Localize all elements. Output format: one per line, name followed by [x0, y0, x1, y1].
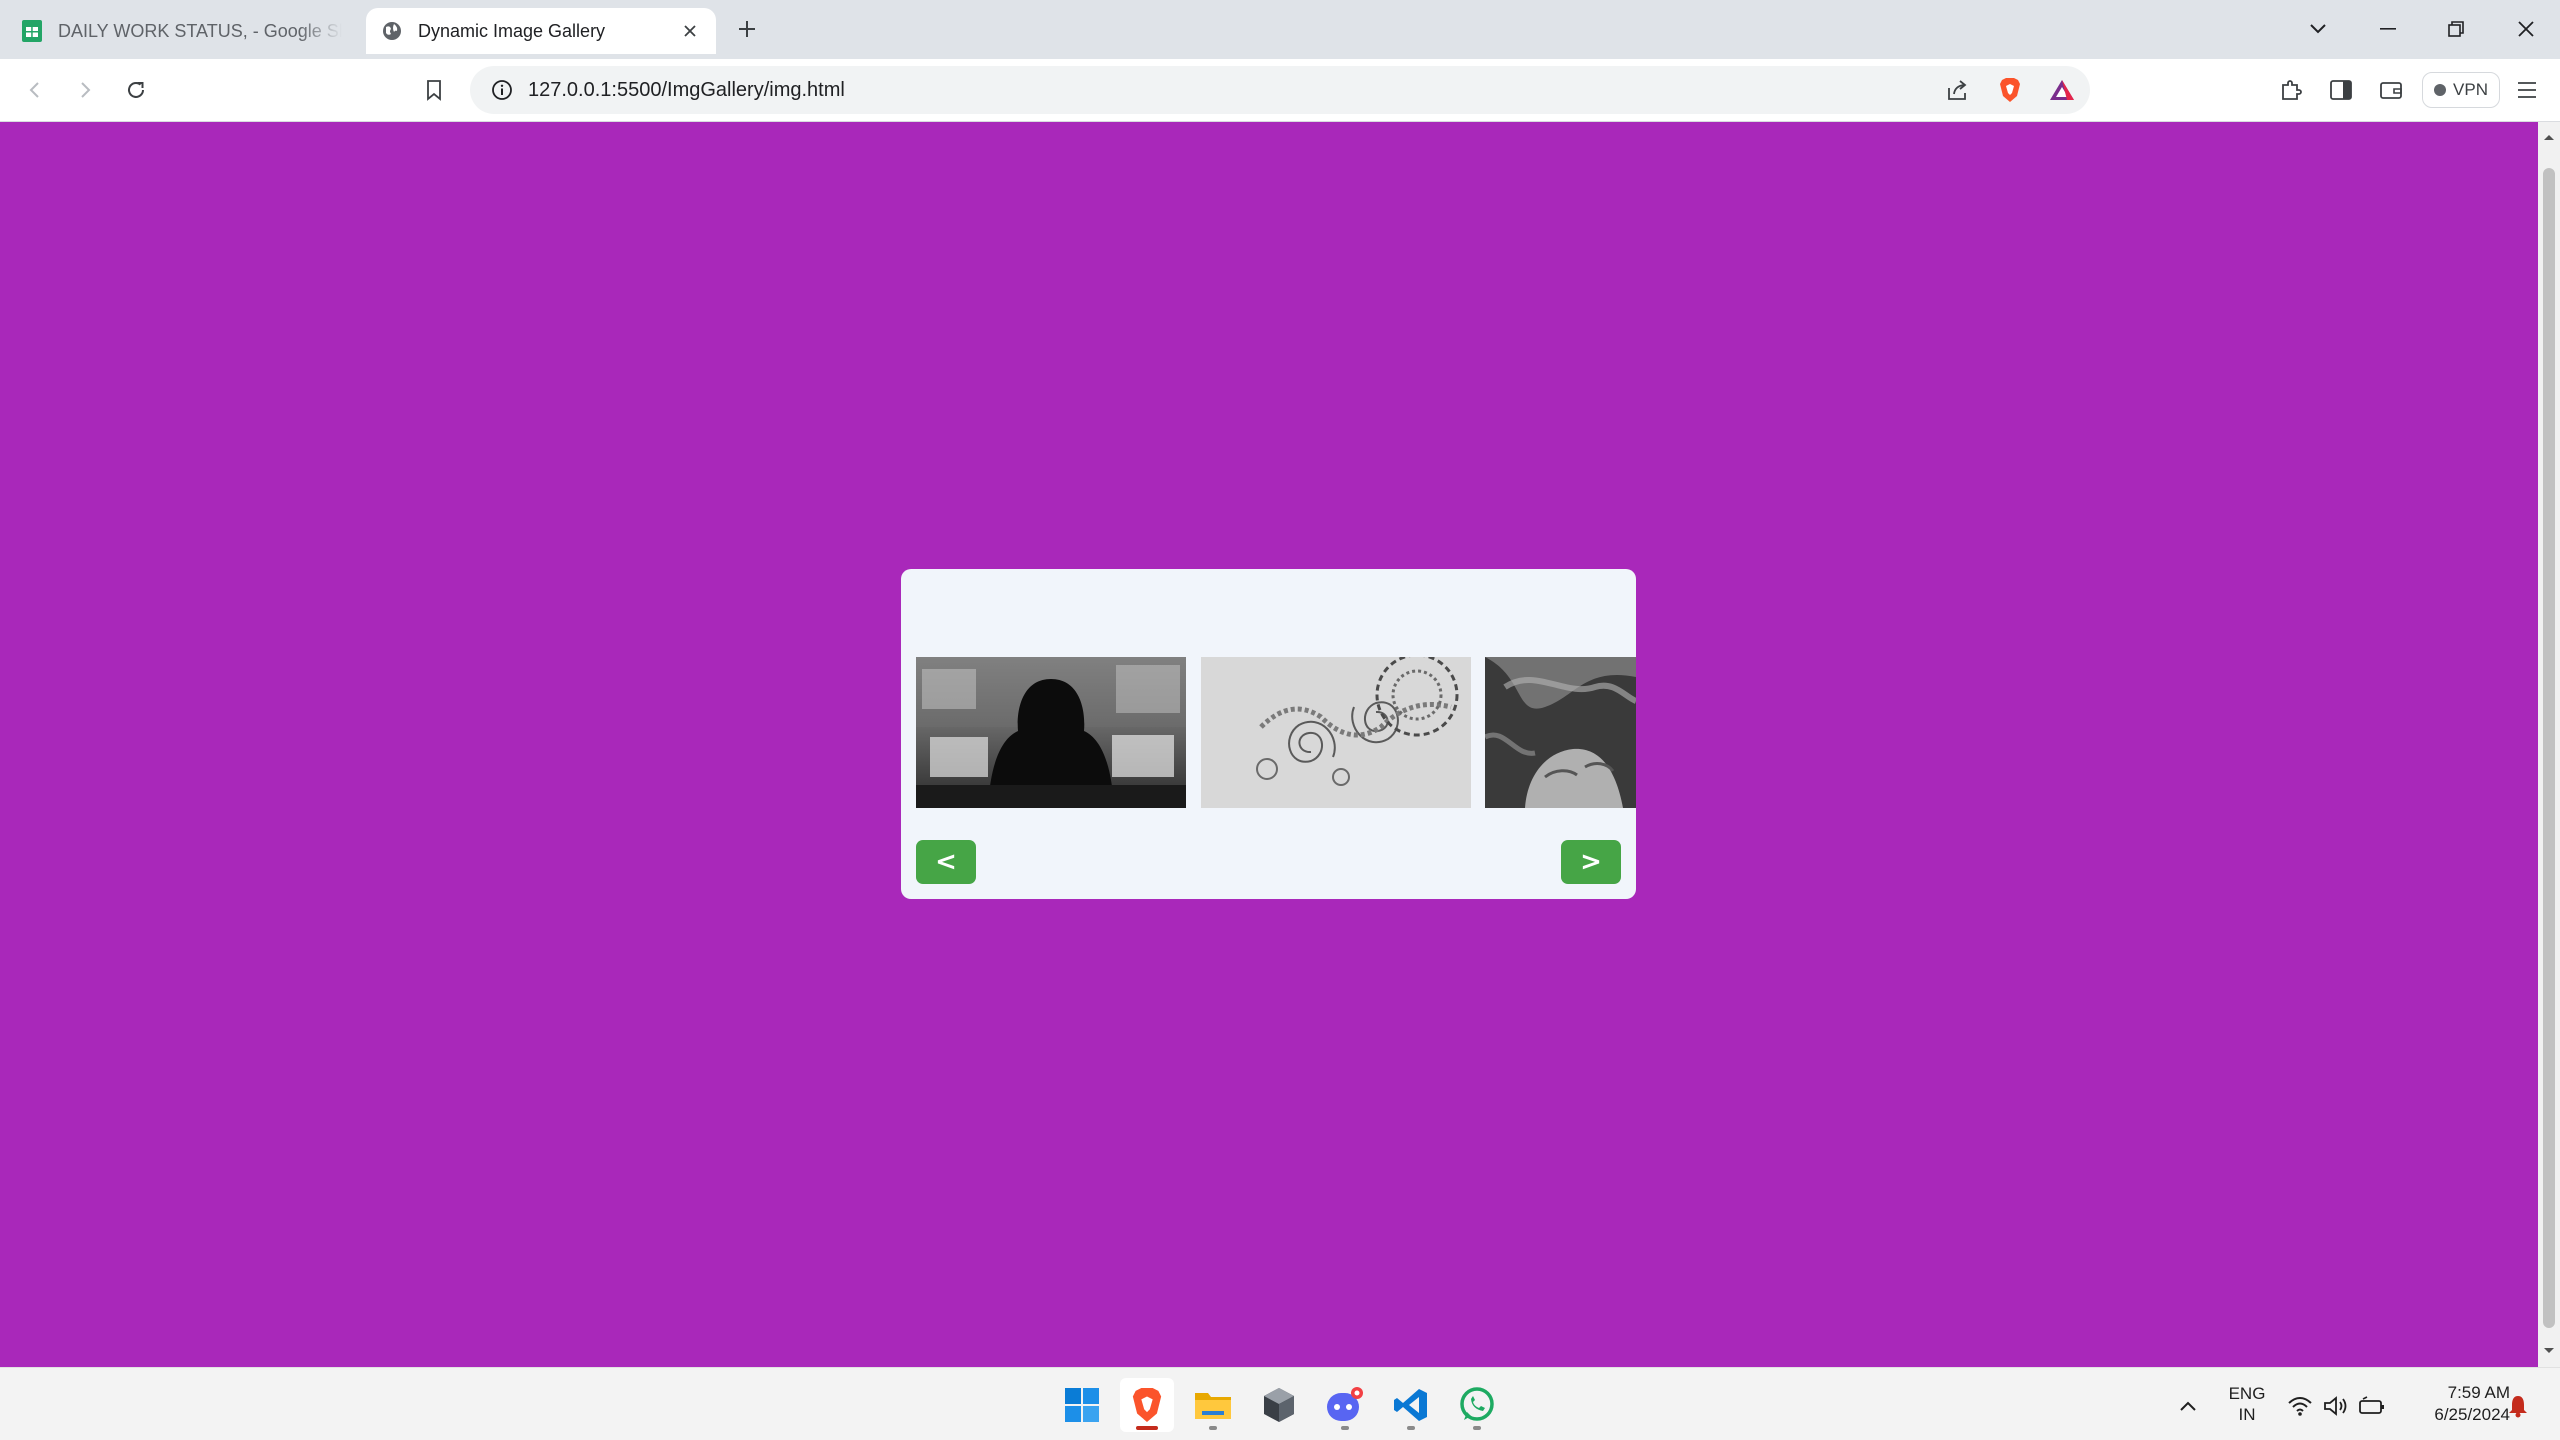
scroll-up-arrow-icon[interactable]: [2543, 130, 2555, 144]
tab-title: Dynamic Image Gallery: [418, 20, 606, 41]
discord-icon[interactable]: [1318, 1378, 1372, 1432]
whatsapp-icon[interactable]: [1450, 1378, 1504, 1432]
page-scrollbar[interactable]: [2538, 122, 2560, 1367]
windows-taskbar: ENG IN 7:59 AM 6/25/2024: [0, 1367, 2560, 1440]
new-tab-button[interactable]: [732, 14, 762, 44]
globe-icon: [380, 19, 404, 43]
tab-google-sheets[interactable]: DAILY WORK STATUS, - Google Shee: [6, 8, 356, 54]
chevron-up-icon[interactable]: [2174, 1392, 2202, 1420]
windows-start-icon[interactable]: [1055, 1378, 1109, 1432]
brave-rewards-icon[interactable]: [2048, 76, 2076, 104]
running-indicator: [1209, 1426, 1217, 1430]
share-icon[interactable]: [1944, 76, 1972, 104]
menu-icon[interactable]: [2510, 73, 2544, 107]
running-indicator: [1341, 1426, 1349, 1430]
tab-title: DAILY WORK STATUS, - Google Shee: [58, 20, 342, 41]
volume-icon[interactable]: [2322, 1392, 2350, 1420]
vpn-label: VPN: [2453, 80, 2488, 99]
language-indicator[interactable]: ENG IN: [2222, 1383, 2272, 1425]
unity-icon[interactable]: [1252, 1378, 1306, 1432]
clock[interactable]: 7:59 AM 6/25/2024: [2400, 1382, 2510, 1426]
extensions-icon[interactable]: [2274, 73, 2308, 107]
bookmark-icon[interactable]: [417, 73, 451, 107]
reload-icon[interactable]: [119, 73, 153, 107]
battery-icon[interactable]: [2358, 1392, 2386, 1420]
minimize-icon[interactable]: [2368, 12, 2408, 46]
sidebar-icon[interactable]: [2324, 73, 2358, 107]
restore-icon[interactable]: [2436, 12, 2476, 46]
vpn-status-icon: [2434, 84, 2447, 96]
image-gallery: < >: [901, 569, 1636, 899]
notification-bell-icon[interactable]: [2504, 1392, 2532, 1420]
region-code: IN: [2238, 1405, 2256, 1424]
url-text[interactable]: 127.0.0.1:5500/ImgGallery/img.html: [528, 79, 845, 102]
close-window-icon[interactable]: [2506, 12, 2546, 46]
wallet-icon[interactable]: [2374, 73, 2408, 107]
fractal-spiral-image: [1201, 657, 1471, 808]
hooded-figure-image: [916, 657, 1186, 808]
prev-button[interactable]: <: [916, 840, 976, 884]
browser-toolbar: 127.0.0.1:5500/ImgGallery/img.html VPN: [0, 59, 2560, 122]
language-code: ENG: [2228, 1384, 2266, 1403]
google-sheets-icon: [20, 19, 44, 43]
active-indicator: [1136, 1426, 1158, 1430]
tab-dynamic-image-gallery[interactable]: Dynamic Image Gallery: [366, 8, 716, 54]
face-smoke-image: [1485, 657, 1636, 808]
brave-shields-icon[interactable]: [1996, 76, 2024, 104]
tab-strip: DAILY WORK STATUS, - Google Shee Dynamic…: [0, 0, 2560, 59]
scroll-down-arrow-icon[interactable]: [2543, 1344, 2555, 1358]
tab-search-chevron-icon[interactable]: [2298, 12, 2338, 46]
address-bar[interactable]: 127.0.0.1:5500/ImgGallery/img.html: [470, 66, 2090, 114]
vscode-icon[interactable]: [1384, 1378, 1438, 1432]
back-arrow-icon[interactable]: [18, 73, 52, 107]
forward-arrow-icon[interactable]: [68, 73, 102, 107]
page-viewport: < >: [0, 122, 2538, 1367]
running-indicator: [1473, 1426, 1481, 1430]
vpn-button[interactable]: VPN: [2422, 72, 2500, 108]
scroll-thumb[interactable]: [2543, 168, 2555, 1328]
close-tab-icon[interactable]: [678, 19, 702, 43]
wifi-icon[interactable]: [2286, 1392, 2314, 1420]
brave-icon[interactable]: [1120, 1378, 1174, 1432]
time-text: 7:59 AM: [2447, 1383, 2510, 1402]
running-indicator: [1407, 1426, 1415, 1430]
next-button[interactable]: >: [1561, 840, 1621, 884]
date-text: 6/25/2024: [2434, 1405, 2510, 1424]
file-explorer-icon[interactable]: [1186, 1378, 1240, 1432]
site-info-icon[interactable]: [490, 78, 514, 102]
